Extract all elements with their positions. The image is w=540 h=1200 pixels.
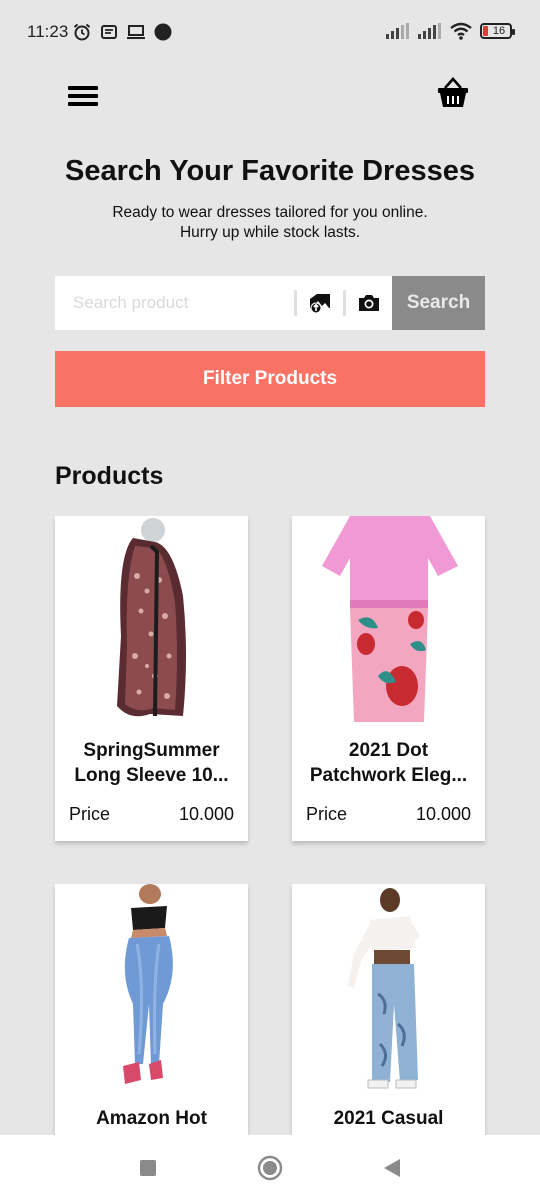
signal-icon: [418, 23, 441, 39]
product-name-line-2: Patchwork Eleg...: [309, 765, 468, 786]
search-input[interactable]: [55, 276, 294, 330]
signal-icon: [386, 23, 409, 39]
image-upload-icon[interactable]: [297, 276, 343, 330]
product-name-line-1: 2021 Dot: [348, 740, 429, 761]
price-row: Price 10.000: [69, 804, 234, 825]
back-triangle-icon[interactable]: [382, 1158, 402, 1178]
subtitle-line-1: Ready to wear dresses tailored for you o…: [112, 204, 428, 221]
price-row: Price 10.000: [306, 804, 471, 825]
filter-products-button[interactable]: Filter Products: [55, 351, 485, 407]
status-time: 11:23: [27, 22, 69, 41]
product-image: [292, 516, 485, 726]
product-name-line-1: SpringSummer: [83, 740, 220, 761]
battery-level: 16: [492, 25, 506, 37]
product-name-line-1: Amazon Hot: [96, 1108, 207, 1129]
page-title: Search Your Favorite Dresses: [65, 155, 475, 187]
product-card[interactable]: 2021 Dot Patchwork Eleg... Price 10.000: [292, 516, 485, 841]
battery-icon: 16: [480, 23, 515, 39]
product-image: [292, 884, 485, 1094]
products-section-title: Products: [55, 462, 164, 490]
product-name: SpringSummer Long Sleeve 10...: [63, 738, 240, 788]
status-bar: 11:23 16: [0, 0, 540, 66]
dot-icon: [154, 23, 172, 41]
status-icons-left: [72, 22, 172, 42]
subtitle-line-2: Hurry up while stock lasts.: [179, 224, 361, 241]
recents-square-icon[interactable]: [139, 1159, 157, 1177]
alarm-icon: [73, 23, 91, 41]
product-name-line-1: 2021 Casual: [333, 1108, 444, 1129]
hamburger-menu-icon[interactable]: [68, 86, 98, 108]
product-image: [55, 884, 248, 1094]
product-name-line-2: Long Sleeve 10...: [74, 765, 229, 786]
product-name: 2021 Casual: [300, 1106, 477, 1131]
wifi-icon: [450, 22, 472, 40]
shopping-basket-icon[interactable]: [436, 76, 470, 110]
product-name: 2021 Dot Patchwork Eleg...: [300, 738, 477, 788]
home-circle-icon[interactable]: [257, 1155, 283, 1181]
system-navigation-bar: [0, 1135, 540, 1200]
notification-icon: [101, 25, 117, 39]
camera-icon[interactable]: [346, 276, 392, 330]
price-value: 10.000: [178, 804, 234, 824]
price-label: Price: [306, 804, 348, 824]
product-name: Amazon Hot: [63, 1106, 240, 1131]
product-image: [55, 516, 248, 726]
status-icons-right: 16: [386, 22, 515, 40]
search-button[interactable]: Search: [392, 276, 485, 330]
page-subtitle: Ready to wear dresses tailored for you o…: [0, 203, 540, 243]
product-card[interactable]: SpringSummer Long Sleeve 10... Price 10.…: [55, 516, 248, 841]
laptop-icon: [127, 25, 145, 39]
price-label: Price: [69, 804, 111, 824]
search-box: [55, 276, 392, 330]
search-bar: Search: [55, 276, 485, 330]
price-value: 10.000: [415, 804, 471, 824]
